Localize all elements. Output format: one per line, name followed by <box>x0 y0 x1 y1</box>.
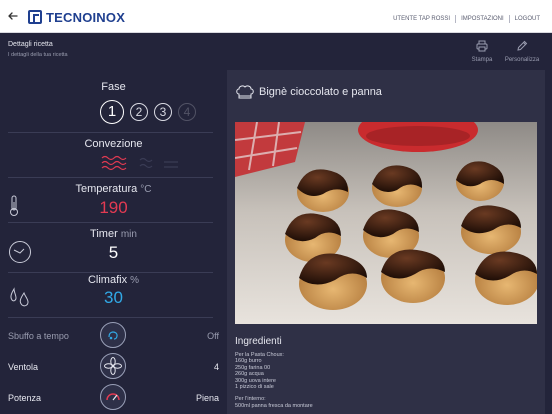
customize-label: Personalizza <box>504 57 540 63</box>
divider <box>8 317 213 318</box>
timer-label-text: Timer <box>90 228 118 240</box>
chef-hat-icon <box>236 85 254 99</box>
divider <box>8 272 213 273</box>
steam-puff-icon <box>108 331 118 340</box>
page-title: Dettagli ricetta <box>8 41 53 48</box>
fase-selector: 1 2 3 4 <box>100 100 202 124</box>
temperature-label-text: Temperatura <box>75 183 138 195</box>
pencil-icon <box>517 40 528 51</box>
print-button[interactable]: Stampa <box>462 38 502 66</box>
climafix-label: Climafix % <box>0 274 227 286</box>
fase-4[interactable]: 4 <box>178 103 196 121</box>
page-subtitle: I dettagli della tua ricetta <box>8 52 68 58</box>
page-header: Dettagli ricetta I dettagli della tua ri… <box>0 33 552 70</box>
nav-logout[interactable]: LOGOUT <box>515 16 540 22</box>
timer-unit: min <box>120 229 137 240</box>
logo-mark-icon <box>28 10 42 24</box>
steam-puff-knob[interactable] <box>100 322 126 348</box>
right-scrollbar[interactable] <box>545 70 552 414</box>
steam-puff-value: Off <box>207 331 219 341</box>
recipe-photo <box>235 122 537 324</box>
cooking-settings-panel: Fase 1 2 3 4 Convezione Temperatura °C 1… <box>0 70 227 414</box>
nav-divider <box>508 15 510 23</box>
convection-waves-icon[interactable] <box>100 154 190 174</box>
recipe-detail-panel: Bignè cioccolato e panna Ingredienti Per… <box>227 70 545 414</box>
divider <box>8 132 213 133</box>
recipe-title: Bignè cioccolato e panna <box>259 86 382 98</box>
steam-puff-label: Sbuffo a tempo <box>8 331 69 341</box>
divider <box>8 222 213 223</box>
fase-1[interactable]: 1 <box>100 100 124 124</box>
mode-label: Convezione <box>84 138 143 150</box>
ingredient-line: 500ml panna fresca da montare <box>235 402 313 409</box>
temperature-label: Temperatura °C <box>0 183 227 195</box>
climafix-unit: % <box>130 275 140 286</box>
climafix-label-text: Climafix <box>87 274 128 286</box>
fase-2[interactable]: 2 <box>130 103 148 121</box>
printer-icon <box>476 40 488 52</box>
ingredients-title: Ingredienti <box>235 336 282 347</box>
ingredients-list: Per la Pasta Choux: 160g burro 250g fari… <box>235 352 313 409</box>
brand-logo: TECNOINOX <box>28 9 126 25</box>
climafix-value[interactable]: 30 <box>0 288 227 308</box>
nav-divider <box>455 15 457 23</box>
top-bar: TECNOINOX UTENTE TAP ROSSI IMPOSTAZIONI … <box>0 0 552 33</box>
fase-label: Fase <box>101 81 126 93</box>
power-knob[interactable] <box>100 384 126 410</box>
fan-value: 4 <box>213 362 219 372</box>
print-label: Stampa <box>471 57 493 63</box>
nav-settings[interactable]: IMPOSTAZIONI <box>461 16 504 22</box>
fase-3[interactable]: 3 <box>154 103 172 121</box>
temperature-unit: °C <box>140 184 152 195</box>
power-value: Piena <box>195 393 219 403</box>
temperature-value[interactable]: 190 <box>0 198 227 218</box>
power-label: Potenza <box>8 393 42 403</box>
fan-label: Ventola <box>8 362 39 372</box>
divider <box>8 177 213 178</box>
fan-knob[interactable] <box>100 353 126 379</box>
power-gauge-icon <box>106 393 120 401</box>
nav-user[interactable]: UTENTE TAP ROSSI <box>393 16 450 22</box>
timer-value[interactable]: 5 <box>0 243 227 263</box>
back-arrow-icon[interactable] <box>6 9 20 23</box>
logo-text: TECNOINOX <box>46 9 126 25</box>
timer-label: Timer min <box>0 228 227 240</box>
customize-button[interactable]: Personalizza <box>502 38 542 66</box>
top-nav: UTENTE TAP ROSSI IMPOSTAZIONI LOGOUT <box>393 15 540 23</box>
fan-icon <box>104 357 122 375</box>
